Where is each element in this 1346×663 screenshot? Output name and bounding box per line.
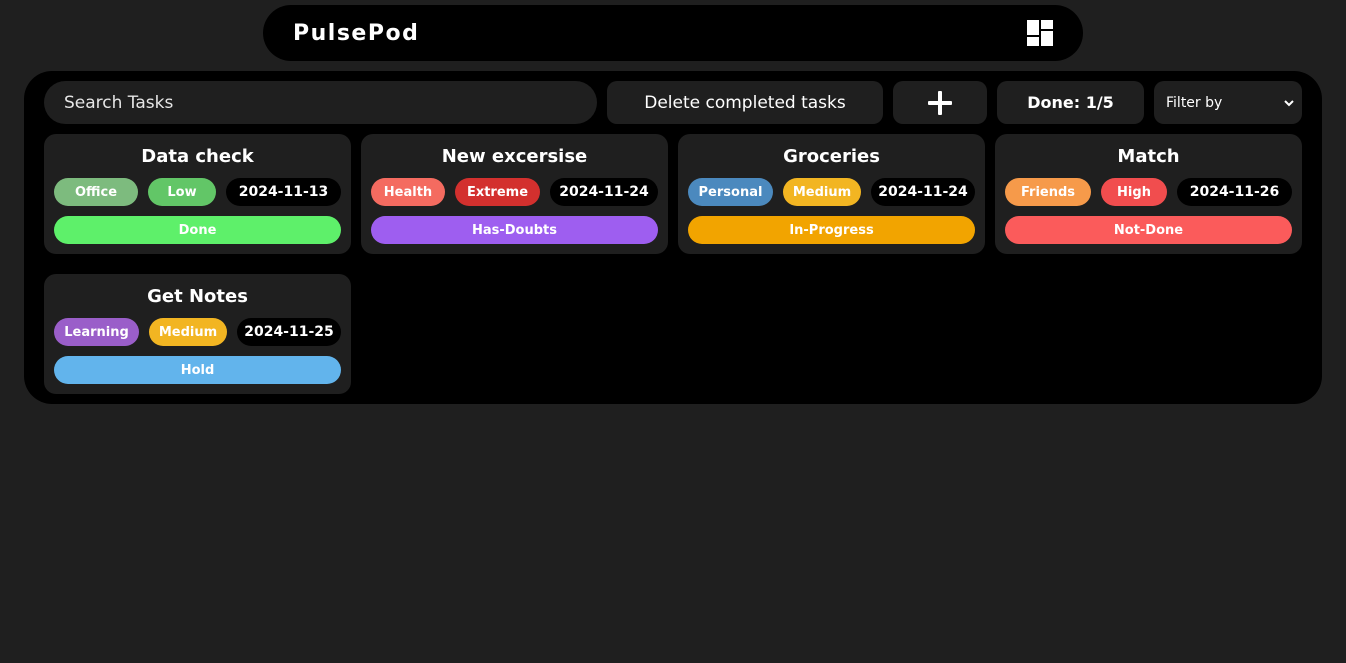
toolbar: Delete completed tasks Done: 1/5 Filter … <box>44 81 1302 124</box>
task-title: New excersise <box>441 146 588 167</box>
plus-icon <box>928 90 952 115</box>
task-title: Get Notes <box>147 286 248 307</box>
task-card[interactable]: New excersise Health Extreme 2024-11-24 … <box>361 134 668 254</box>
app-header: PulsePod <box>263 5 1083 61</box>
dashboard-layout-icon[interactable] <box>1027 20 1053 46</box>
priority-badge: Medium <box>783 178 861 206</box>
delete-completed-button[interactable]: Delete completed tasks <box>607 81 883 124</box>
task-title: Data check <box>141 146 254 167</box>
filter-label: Filter by <box>1166 94 1223 111</box>
due-date-badge: 2024-11-24 <box>871 178 975 206</box>
status-button[interactable]: Hold <box>54 356 341 384</box>
app-title: PulsePod <box>293 20 420 46</box>
category-badge: Health <box>371 178 445 206</box>
task-card[interactable]: Match Friends High 2024-11-26 Not-Done <box>995 134 1302 254</box>
priority-badge: Medium <box>149 318 227 346</box>
task-title: Groceries <box>783 146 880 167</box>
done-counter: Done: 1/5 <box>997 81 1144 124</box>
due-date-badge: 2024-11-24 <box>550 178 658 206</box>
task-card[interactable]: Get Notes Learning Medium 2024-11-25 Hol… <box>44 274 351 394</box>
category-badge: Office <box>54 178 138 206</box>
category-badge: Personal <box>688 178 773 206</box>
status-button[interactable]: Has-Doubts <box>371 216 658 244</box>
due-date-badge: 2024-11-13 <box>226 178 341 206</box>
task-title: Match <box>1117 146 1180 167</box>
status-button[interactable]: In-Progress <box>688 216 975 244</box>
priority-badge: Low <box>148 178 216 206</box>
due-date-badge: 2024-11-26 <box>1177 178 1292 206</box>
task-card[interactable]: Groceries Personal Medium 2024-11-24 In-… <box>678 134 985 254</box>
category-badge: Learning <box>54 318 139 346</box>
chevron-down-icon <box>1284 99 1294 106</box>
status-button[interactable]: Done <box>54 216 341 244</box>
category-badge: Friends <box>1005 178 1091 206</box>
filter-select[interactable]: Filter by <box>1154 81 1302 124</box>
due-date-badge: 2024-11-25 <box>237 318 341 346</box>
task-card[interactable]: Data check Office Low 2024-11-13 Done <box>44 134 351 254</box>
search-input[interactable] <box>44 81 597 124</box>
add-task-button[interactable] <box>893 81 987 124</box>
status-button[interactable]: Not-Done <box>1005 216 1292 244</box>
tasks-panel: Delete completed tasks Done: 1/5 Filter … <box>24 71 1322 404</box>
priority-badge: High <box>1101 178 1167 206</box>
priority-badge: Extreme <box>455 178 540 206</box>
